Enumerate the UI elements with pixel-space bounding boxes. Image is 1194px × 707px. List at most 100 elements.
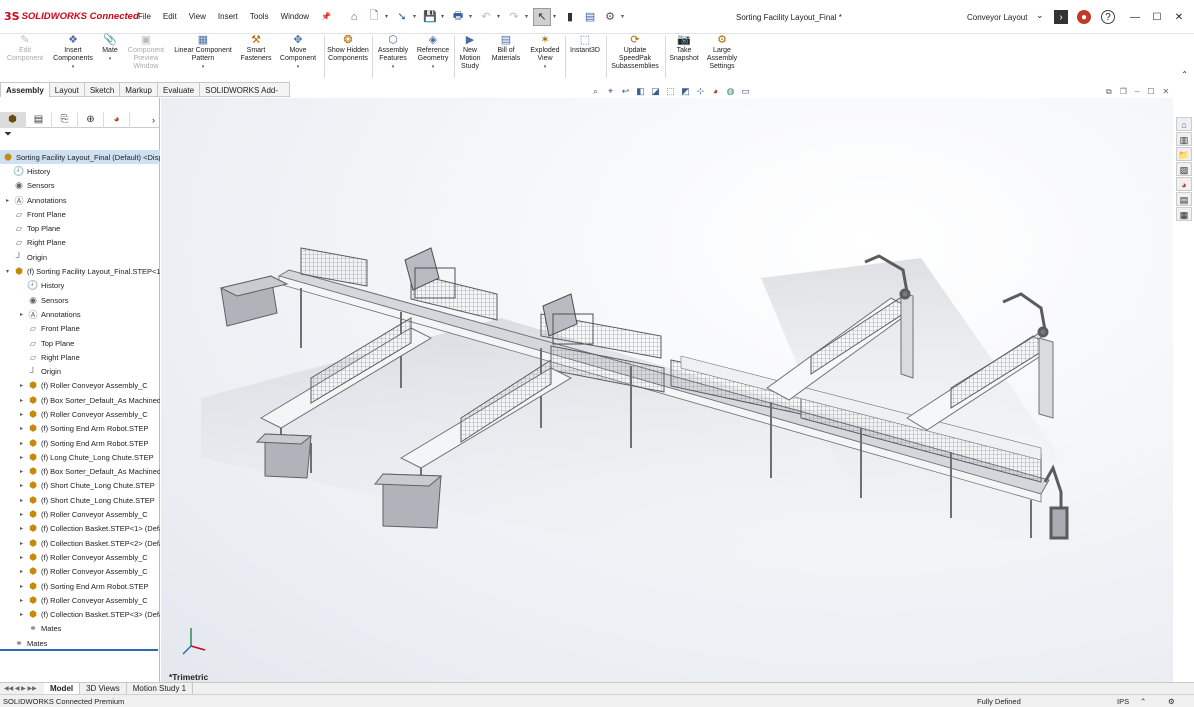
expand-toggle-icon[interactable]: ▸ xyxy=(18,411,25,418)
tree-item[interactable]: ▾ ⬢ (f) Sorting Facility Layout_Final.STEP… xyxy=(0,264,160,278)
instant3d-button[interactable]: ⬚ Instant3D xyxy=(567,34,603,80)
display-style-icon[interactable]: ◩ xyxy=(680,86,691,97)
tree-item[interactable]: ▸ ⬢ (f) Short Chute_Long Chute.STEP xyxy=(0,493,160,507)
mate-button[interactable]: 📎 Mate ▾ xyxy=(98,34,122,80)
previous-view-icon[interactable]: ↩ xyxy=(620,86,631,97)
close-icon[interactable]: ✕ xyxy=(1163,87,1170,97)
tree-item[interactable]: ▸ ⬢ (f) Roller Conveyor Assembly_C xyxy=(0,565,160,579)
tree-item[interactable]: ▸ ⬢ (f) Roller Conveyor Assembly_C xyxy=(0,550,160,564)
close-icon[interactable]: ✕ xyxy=(1172,10,1186,24)
tab-markup[interactable]: Markup xyxy=(120,82,158,97)
tab-3d-views[interactable]: 3D Views xyxy=(80,683,127,694)
restore-icon[interactable]: ❐ xyxy=(1120,87,1127,97)
chevron-down-icon[interactable]: ▾ xyxy=(441,13,447,20)
reference-geometry-button[interactable]: ◈ Reference Geometry ▾ xyxy=(414,34,452,80)
hide-show-items-icon[interactable]: ⊹ xyxy=(695,86,706,97)
sorting-robot-2[interactable] xyxy=(1002,292,1049,338)
minimize-icon[interactable]: – xyxy=(1135,87,1139,97)
select-cursor-icon[interactable]: ↖ xyxy=(533,7,552,26)
pin-icon[interactable]: 📌 xyxy=(315,12,337,21)
tree-item[interactable]: ▱ Right Plane xyxy=(0,350,160,364)
tab-layout[interactable]: Layout xyxy=(49,82,85,97)
section-view-icon[interactable]: ◧ xyxy=(635,86,646,97)
tree-item[interactable]: ▸ ⬢ (f) Collection Basket.STEP<3> (Default… xyxy=(0,608,160,622)
expand-toggle-icon[interactable]: ▸ xyxy=(18,597,25,604)
traffic-light-icon[interactable]: ▮ xyxy=(561,8,579,26)
file-explorer-icon[interactable]: 📁 xyxy=(1176,147,1192,161)
open-icon[interactable]: ➘ xyxy=(393,8,411,26)
expand-toggle-icon[interactable]: ▸ xyxy=(4,197,11,204)
chevron-down-icon[interactable]: ▾ xyxy=(98,55,122,63)
redo-icon[interactable]: ↷ xyxy=(505,8,523,26)
tab-motion-study[interactable]: Motion Study 1 xyxy=(127,683,194,694)
zoom-to-fit-icon[interactable]: ⌕ xyxy=(590,86,601,97)
collapse-ribbon-icon[interactable]: ⌃ xyxy=(1181,70,1188,79)
expand-toggle-icon[interactable]: ▸ xyxy=(18,425,25,432)
tree-item[interactable]: ▸ ⬢ (f) Short Chute_Long Chute.STEP xyxy=(0,479,160,493)
expand-toggle-icon[interactable]: ▸ xyxy=(18,583,25,590)
tree-item[interactable]: ◉ Sensors xyxy=(0,179,160,193)
dynamic-annotation-icon[interactable]: ◪ xyxy=(650,86,661,97)
tree-item[interactable]: ▸ ⬢ (f) Collection Basket.STEP<2> (Default… xyxy=(0,536,160,550)
assembly-3d-model[interactable] xyxy=(161,98,1173,682)
tree-item[interactable]: ▸ ⬢ (f) Box Sorter_Default_As Machined xyxy=(0,393,160,407)
collection-basket-2[interactable] xyxy=(255,433,313,479)
collection-basket-3[interactable] xyxy=(373,473,443,529)
command-prompt-icon[interactable]: › xyxy=(1054,10,1068,24)
component-preview-button[interactable]: ▣ Component Preview Window xyxy=(124,34,168,80)
chevron-right-icon[interactable]: › xyxy=(152,115,159,125)
edit-component-button[interactable]: ✎ Edit Component xyxy=(4,34,46,80)
tree-item[interactable]: ▸ ⬢ (f) Long Chute_Long Chute.STEP xyxy=(0,450,160,464)
show-hidden-components-button[interactable]: ❂ Show Hidden Components xyxy=(326,34,370,80)
tree-item[interactable]: ▸ ⬢ (f) Sorting End Arm Robot.STEP xyxy=(0,436,160,450)
tree-item[interactable]: 🕘 History xyxy=(0,279,160,293)
undo-icon[interactable]: ↶ xyxy=(477,8,495,26)
expand-toggle-icon[interactable]: ▸ xyxy=(18,454,25,461)
linear-pattern-button[interactable]: ▦ Linear Component Pattern ▾ xyxy=(170,34,236,80)
configuration-manager-tab-icon[interactable]: ⎘ xyxy=(52,111,78,128)
appearances-icon[interactable]: ◕ xyxy=(1176,177,1192,191)
expand-toggle-icon[interactable]: ▸ xyxy=(18,468,25,475)
tree-item[interactable]: ▱ Top Plane xyxy=(0,336,160,350)
tab-model[interactable]: Model xyxy=(44,683,81,694)
tab-assembly[interactable]: Assembly xyxy=(0,82,50,97)
chevron-down-icon[interactable]: ▾ xyxy=(374,63,412,71)
expand-toggle-icon[interactable]: ▸ xyxy=(18,568,25,575)
maximize-icon[interactable]: ☐ xyxy=(1150,10,1164,24)
expand-toggle-icon[interactable]: ▸ xyxy=(18,382,25,389)
expand-toggle-icon[interactable]: ▸ xyxy=(18,397,25,404)
menu-tools[interactable]: Tools xyxy=(244,12,275,21)
tree-item[interactable]: ▸ ⬢ (f) Roller Conveyor Assembly_C xyxy=(0,379,160,393)
tab-evaluate[interactable]: Evaluate xyxy=(157,82,201,97)
graphics-area[interactable]: *Trimetric xyxy=(161,98,1173,682)
chevron-down-icon[interactable]: ▾ xyxy=(469,13,475,20)
menu-file[interactable]: File xyxy=(132,12,157,21)
update-speedpak-button[interactable]: ⟳ Update SpeedPak Subassemblies xyxy=(608,34,662,80)
tile-icon[interactable]: ⧉ xyxy=(1106,87,1112,97)
dimxpert-tab-icon[interactable]: ⊕ xyxy=(78,111,104,128)
tree-item[interactable]: ▱ Front Plane xyxy=(0,322,160,336)
tab-sketch[interactable]: Sketch xyxy=(84,82,121,97)
chevron-down-icon[interactable]: ▾ xyxy=(413,13,419,20)
tree-item[interactable]: ▸ Ⓐ Annotations xyxy=(0,193,160,207)
custom-properties-icon[interactable]: ▤ xyxy=(1176,192,1192,206)
tree-item[interactable]: ▸ ⬢ (f) Box Sorter_Default_As Machined xyxy=(0,465,160,479)
exploded-view-button[interactable]: ✶ Exploded View ▾ xyxy=(528,34,562,80)
filter-icon[interactable]: ⏷ xyxy=(0,128,159,142)
home-icon[interactable]: ⌂ xyxy=(345,8,363,26)
user-avatar[interactable]: ● xyxy=(1077,10,1091,24)
file-properties-icon[interactable]: ▤ xyxy=(581,8,599,26)
expand-toggle-icon[interactable]: ▾ xyxy=(4,268,11,275)
chevron-up-icon[interactable]: ⌃ xyxy=(1140,695,1146,707)
expand-toggle-icon[interactable]: ▸ xyxy=(18,311,25,318)
expand-toggle-icon[interactable]: ▸ xyxy=(18,540,25,547)
view-palette-icon[interactable]: ▨ xyxy=(1176,162,1192,176)
tree-item[interactable]: ▸ Ⓐ Annotations xyxy=(0,307,160,321)
property-manager-tab-icon[interactable]: ▤ xyxy=(26,111,52,128)
collection-basket-1[interactable] xyxy=(219,275,289,327)
configuration-selector[interactable]: Conveyor Layout xyxy=(967,13,1027,22)
print-icon[interactable]: 🖶 xyxy=(449,8,467,26)
take-snapshot-button[interactable]: 📷 Take Snapshot xyxy=(667,34,701,80)
edit-appearance-icon[interactable]: ◕ xyxy=(710,86,721,97)
tree-item[interactable]: ◉ Sensors xyxy=(0,293,160,307)
